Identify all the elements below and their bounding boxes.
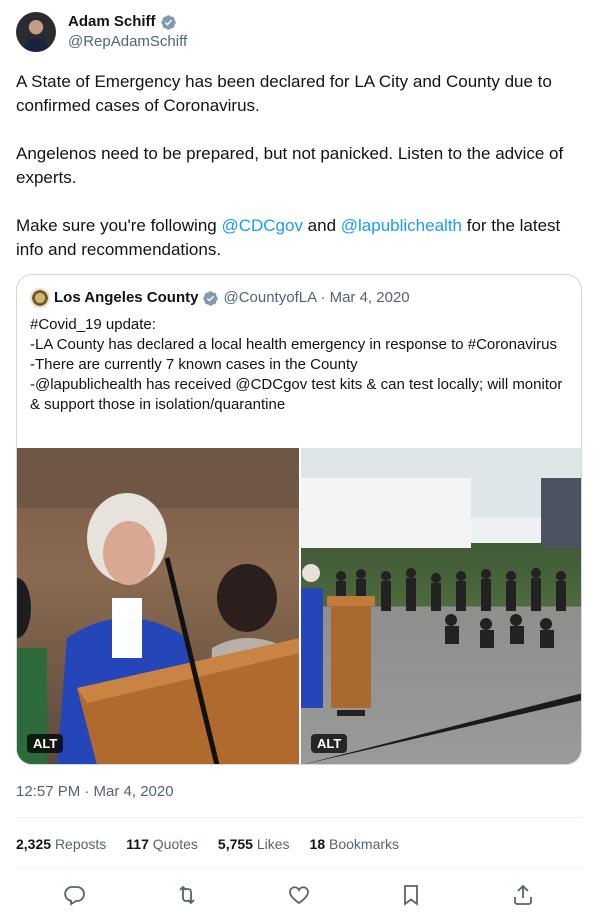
tweet-body: A State of Emergency has been declared f… [16,70,582,286]
press-crowd-photo[interactable]: ALT [301,448,581,764]
quoted-tweet-text: #Covid_19 update: -LA County has declare… [30,316,563,413]
bookmarks-stat[interactable]: 18 Bookmarks [310,834,400,854]
quoted-author-name: Los Angeles County [54,289,199,306]
verified-badge-icon [160,14,176,30]
tweet-text-segment: Make sure you're following [16,216,222,235]
bookmarks-label: Bookmarks [329,836,400,852]
quoted-media: ALT ALT [17,448,581,764]
author-name-row: Adam Schiff [68,12,187,32]
tweet-paragraph: Angelenos need to be prepared, but not p… [16,144,564,187]
share-icon[interactable] [511,883,535,907]
author-avatar[interactable] [16,12,56,52]
alt-text-badge[interactable]: ALT [311,734,348,753]
bookmarks-count: 18 [309,836,326,852]
verified-badge-icon [203,290,219,306]
reposts-count: 2,325 [16,836,52,852]
author-handle[interactable]: @RepAdamSchiff [68,32,187,52]
quotes-stat[interactable]: 117 Quotes [126,834,198,854]
repost-icon[interactable] [175,883,199,907]
quoted-tweet[interactable]: Los Angeles County @CountyofLA · Mar 4, … [16,274,582,765]
divider [16,817,582,818]
engagement-stats: 2,325 Reposts 117 Quotes 5,755 Likes 18 … [16,834,419,854]
tweet-paragraph: Make sure you're following @CDCgov and @… [16,214,582,262]
likes-count: 5,755 [217,836,253,852]
quoted-tweet-header: Los Angeles County @CountyofLA · Mar 4, … [30,288,410,308]
crowd-illustration [301,478,581,764]
tweet-timestamp[interactable]: 12:57 PM · Mar 4, 2020 [16,782,174,802]
alt-text-badge[interactable]: ALT [27,734,64,753]
like-icon[interactable] [287,883,311,907]
likes-label: Likes [256,836,290,852]
quoted-author-avatar [30,288,50,308]
speaker-illustration [17,448,299,764]
likes-stat[interactable]: 5,755 Likes [218,834,290,854]
author-text: Adam Schiff @RepAdamSchiff [68,12,187,52]
tweet-paragraph: A State of Emergency has been declared f… [16,72,552,115]
reply-icon[interactable] [62,883,86,907]
reposts-label: Reposts [54,836,107,852]
quoted-handle-date: @CountyofLA · Mar 4, 2020 [223,289,410,306]
mention-link-lapublichealth[interactable]: @lapublichealth [341,216,462,235]
quotes-label: Quotes [152,836,198,852]
mention-link-cdcgov[interactable]: @CDCgov [221,216,303,235]
tweet-author[interactable]: Adam Schiff @RepAdamSchiff [16,12,187,52]
author-name[interactable]: Adam Schiff [68,12,156,32]
quotes-count: 117 [126,836,149,852]
action-bar [0,880,598,910]
divider [16,868,582,869]
tweet-text-segment: and [302,216,341,235]
press-conference-photo[interactable]: ALT [17,448,299,764]
reposts-stat[interactable]: 2,325 Reposts [16,834,106,854]
bookmark-icon[interactable] [399,883,423,907]
